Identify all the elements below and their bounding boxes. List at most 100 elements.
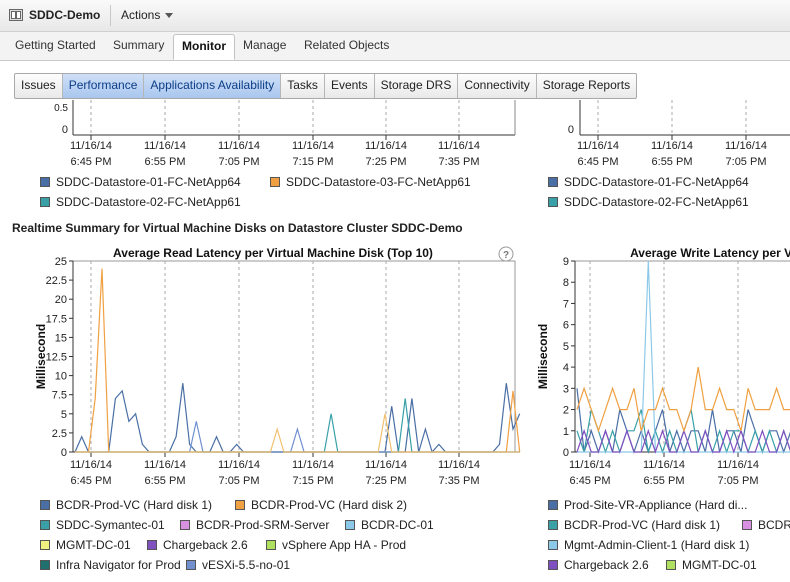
legend-item: BCDR-Prod-VC (Hard disk 1)	[40, 498, 212, 512]
tab-monitor[interactable]: Monitor	[173, 34, 235, 60]
legend-label: MGMT-DC-01	[682, 558, 757, 572]
subtab-applications-availability[interactable]: Applications Availability	[144, 74, 282, 98]
y-axis-label: Millisecond	[536, 324, 550, 389]
legend-label: SDDC-Datastore-01-FC-NetApp64	[564, 175, 749, 189]
y-tick-label: 25	[55, 256, 67, 268]
y-tick-label: 0	[568, 124, 574, 136]
legend-swatch	[40, 540, 50, 550]
y-tick-label: 7	[563, 298, 569, 310]
legend-swatch	[40, 560, 50, 570]
tab-summary[interactable]: Summary	[113, 38, 164, 52]
y-tick-label: 5	[563, 341, 569, 353]
legend-swatch	[548, 520, 558, 530]
legend-label: SDDC-Datastore-01-FC-NetApp64	[56, 175, 241, 189]
legend-item: SDDC-Datastore-01-FC-NetApp64	[40, 175, 241, 189]
section-title: Realtime Summary for Virtual Machine Dis…	[12, 221, 463, 235]
legend-item: BCDR-Prod-VC (Hard disk 1)	[548, 518, 720, 532]
legend-item: SDDC-Datastore-01-FC-NetApp64	[548, 175, 749, 189]
legend-label: BCDR-Prod-VC (Hard disk 1)	[56, 498, 213, 512]
x-tick-label: 11/16/14 7:05 PM	[218, 459, 260, 487]
y-tick-label: 0.5	[54, 103, 68, 114]
legend-label: BCDR	[758, 518, 790, 532]
legend-label: SDDC-Datastore-02-FC-NetApp61	[564, 195, 749, 209]
legend-swatch	[548, 197, 558, 207]
legend-item: vESXi-5.5-no-01	[186, 558, 290, 572]
legend-item: Chargeback 2.6	[147, 538, 248, 552]
subtab-storage-reports[interactable]: Storage Reports	[537, 74, 636, 98]
read-latency-chart: Average Read Latency per Virtual Machine…	[34, 246, 521, 487]
y-tick-label: 0	[62, 124, 68, 136]
y-tick-label: 4	[563, 362, 569, 374]
x-tick-label: 11/16/14 6:55 PM	[643, 459, 685, 487]
tab-manage[interactable]: Manage	[243, 38, 286, 52]
object-title: SDDC-Demo	[29, 8, 101, 22]
legend-swatch	[666, 560, 676, 570]
x-tick-label: 11/16/14 7:15 PM	[292, 140, 334, 168]
legend-item: BCDR-DC-01	[345, 518, 434, 532]
plot-area	[574, 260, 790, 453]
legend-label: SDDC-Symantec-01	[56, 518, 165, 532]
title-separator	[110, 5, 111, 26]
legend-swatch	[147, 540, 157, 550]
subtab-performance[interactable]: Performance	[62, 74, 145, 98]
legend-swatch	[548, 560, 558, 570]
legend-swatch	[548, 500, 558, 510]
subtab-events[interactable]: Events	[325, 74, 375, 98]
legend-label: Mgmt-Admin-Client-1 (Hard disk 1)	[564, 538, 750, 552]
monitor-subtab-bar: Issues Performance Applications Availabi…	[14, 73, 638, 99]
x-tick-label: 11/16/14 6:45 PM	[70, 140, 112, 168]
legend-swatch	[180, 520, 190, 530]
x-tick-label: 11/16/14 6:45 PM	[569, 459, 611, 487]
legend-label: BCDR-Prod-SRM-Server	[196, 518, 330, 532]
legend-item: vSphere App HA - Prod	[266, 538, 406, 552]
legend-swatch	[40, 177, 50, 187]
y-tick-label: 0	[61, 447, 67, 459]
legend-swatch	[235, 500, 245, 510]
y-tick-label: 8	[563, 277, 569, 289]
title-bar: SDDC-Demo Actions	[0, 0, 790, 32]
x-tick-label: 11/16/14 7:25 PM	[365, 140, 407, 168]
legend-swatch	[40, 197, 50, 207]
y-tick-label: 1	[563, 426, 569, 438]
chart-title: Average Write Latency per Vir	[630, 246, 790, 260]
main-tab-bar: Getting Started Summary Monitor Manage R…	[0, 32, 790, 61]
subtab-storage-drs[interactable]: Storage DRS	[375, 74, 459, 98]
legend-label: BCDR-DC-01	[361, 518, 434, 532]
legend-label: Prod-Site-VR-Appliance (Hard di...	[564, 498, 748, 512]
y-tick-label: 2.5	[52, 428, 67, 440]
x-tick-label: 11/16/14 7:35 PM	[438, 140, 480, 168]
legend-swatch	[40, 520, 50, 530]
top-datastore-charts: 0.5011/16/14 6:45 PM11/16/14 6:55 PM11/16/…	[54, 100, 790, 168]
legend-item: SDDC-Symantec-01	[40, 518, 165, 532]
legend-item: Chargeback 2.6	[548, 558, 649, 572]
x-tick-label: 11/16/14 6:45 PM	[70, 459, 112, 487]
y-tick-label: 0	[563, 447, 569, 459]
y-tick-label: 3	[563, 383, 569, 395]
legend-swatch	[270, 177, 280, 187]
subtab-issues[interactable]: Issues	[15, 74, 63, 98]
legend-label: vSphere App HA - Prod	[282, 538, 407, 552]
legend-item: BCDR-Prod-SRM-Server	[180, 518, 329, 532]
help-icon-glyph: ?	[503, 250, 509, 261]
x-tick-label: 11/16/14 7:05 PM	[218, 140, 260, 168]
legend-item: MGMT-DC-01	[666, 558, 757, 572]
legend-label: SDDC-Datastore-02-FC-NetApp61	[56, 195, 241, 209]
subtab-connectivity[interactable]: Connectivity	[458, 74, 537, 98]
legend-item: SDDC-Datastore-02-FC-NetApp61	[548, 195, 749, 209]
tab-related-objects[interactable]: Related Objects	[304, 38, 389, 52]
legend-item: Prod-Site-VR-Appliance (Hard di...	[548, 498, 747, 512]
actions-menu[interactable]: Actions	[121, 8, 174, 22]
subtab-tasks[interactable]: Tasks	[281, 74, 325, 98]
y-tick-label: 6	[563, 320, 569, 332]
legend-item: BCDR-Prod-VC (Hard disk 2)	[235, 498, 407, 512]
y-tick-label: 12.5	[46, 352, 67, 364]
legend-label: Chargeback 2.6	[564, 558, 649, 572]
plot-area	[72, 260, 516, 453]
legend-item: SDDC-Datastore-03-FC-NetApp61	[270, 175, 471, 189]
legend-swatch	[40, 500, 50, 510]
x-tick-label: 11/16/14 6:55 PM	[144, 459, 186, 487]
tab-getting-started[interactable]: Getting Started	[15, 38, 96, 52]
legend-item: Mgmt-Admin-Client-1 (Hard disk 1)	[548, 538, 749, 552]
datastore-cluster-icon	[9, 9, 23, 21]
legend-swatch	[548, 177, 558, 187]
